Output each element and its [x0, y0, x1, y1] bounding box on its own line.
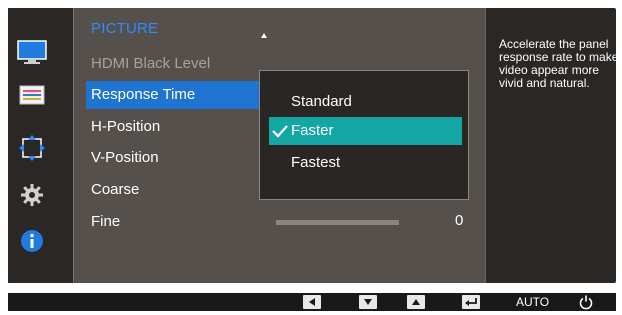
picture-icon[interactable]	[14, 38, 50, 68]
power-icon[interactable]	[578, 294, 594, 310]
response-time-submenu: Standard Faster Fastest	[259, 70, 469, 200]
menu-item-hdmi-black-level: HDMI Black Level	[91, 55, 211, 72]
option-label: Standard	[291, 93, 352, 110]
option-faster[interactable]: Faster	[269, 117, 462, 145]
help-description: Accelerate the panel response rate to ma…	[499, 37, 619, 90]
menu-item-fine[interactable]: Fine	[86, 208, 258, 236]
menu-item-response-time[interactable]: Response Time	[86, 81, 260, 109]
menu-item-v-position[interactable]: V-Position	[86, 144, 258, 172]
onscreen-display-icon[interactable]	[14, 80, 50, 110]
option-label: Fastest	[291, 154, 341, 171]
down-arrow-icon[interactable]	[359, 295, 377, 309]
checkmark-icon	[272, 125, 288, 138]
enter-icon[interactable]	[462, 295, 480, 309]
menu-title: PICTURE	[91, 20, 159, 37]
option-label: Faster	[291, 122, 334, 139]
settings-gear-icon[interactable]	[14, 180, 50, 210]
fine-slider-track[interactable]	[276, 220, 399, 225]
auto-button[interactable]: AUTO	[516, 295, 549, 309]
menu-item-coarse[interactable]: Coarse	[86, 176, 258, 204]
up-arrow-icon[interactable]	[407, 295, 425, 309]
fine-value: 0	[455, 212, 464, 229]
information-icon[interactable]	[14, 226, 50, 256]
option-standard[interactable]: Standard	[269, 88, 462, 116]
scroll-up-arrow-icon	[261, 33, 267, 38]
menu-item-h-position[interactable]: H-Position	[86, 113, 258, 141]
position-icon[interactable]	[14, 133, 50, 163]
option-fastest[interactable]: Fastest	[269, 149, 462, 177]
left-arrow-icon[interactable]	[303, 295, 321, 309]
